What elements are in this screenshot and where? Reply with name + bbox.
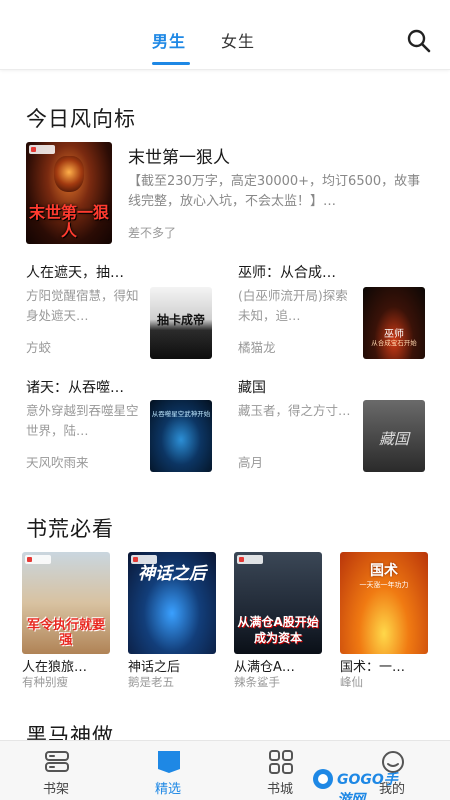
book-cover[interactable]: 军令执行就要强 [22, 552, 110, 654]
tab-female[interactable]: 女生 [221, 28, 255, 52]
book-author: 方蛟 [26, 340, 52, 355]
book-author: 鹅是老五 [128, 675, 174, 689]
book-desc: (白巫师流开局)探索未知，追… [238, 288, 348, 323]
featured-book-desc: 【截至230万字，高定30000+，均订6500，故事线完整，放心入坑，不会太监… [128, 174, 421, 209]
book-desc: 方阳觉醒宿慧，得知身处遮天… [26, 288, 139, 323]
publisher-logo [237, 555, 263, 564]
book-author: 峰仙 [340, 675, 363, 689]
section-title-shortage: 书荒必看 [26, 517, 114, 541]
book-author: 有种别瘦 [22, 675, 68, 689]
featured-book-author: 差不多了 [128, 226, 177, 240]
watermark: GOGO手游网 [312, 766, 408, 800]
book-cover[interactable]: 抽卡成帝 [150, 287, 212, 359]
nav-bookshelf[interactable]: 书架 [16, 741, 96, 800]
publisher-logo [29, 145, 55, 154]
featured-book-cover[interactable]: 末世第一狠人 [26, 142, 112, 244]
book-title[interactable]: 诸天：从吞噬… [26, 377, 124, 397]
book-title[interactable]: 人在遮天，抽… [26, 262, 124, 282]
cover-title: 军令执行就要强 [26, 618, 105, 648]
cover-title: 从满仓A股开始成为资本 [237, 615, 319, 645]
cover-title: 末世第一狠人 [28, 203, 109, 240]
book-title[interactable]: 国术：一… [340, 656, 430, 675]
book-title[interactable]: 从满仓A… [234, 656, 324, 675]
section-title-wind: 今日风向标 [26, 107, 136, 131]
cover-title: 藏国 [378, 430, 409, 448]
tab-indicator [152, 62, 190, 65]
book-cover[interactable]: 从满仓A股开始成为资本 [234, 552, 322, 654]
cover-title: 抽卡成帝 [156, 313, 205, 327]
book-title[interactable]: 神话之后 [128, 656, 218, 675]
book-cover[interactable]: 从吞噬星空武神开始 [150, 400, 212, 472]
cover-title: 从吞噬星空武神开始 [151, 410, 211, 418]
top-bar: 男生 女生 [0, 0, 450, 70]
section-title-dark-horse: 黑马神做 [26, 724, 114, 740]
tab-male[interactable]: 男生 [152, 28, 186, 52]
book-desc: 意外穿越到吞噬星空世界，陆… [26, 403, 139, 438]
grid-icon [268, 750, 294, 774]
cover-subtitle: 从合成宝石开始 [371, 339, 417, 347]
book-author: 橘猫龙 [238, 340, 276, 355]
main-content: 今日风向标 末世第一狠人 末世第一狠人 【截至230万字，高定30000+，均订… [0, 70, 450, 740]
book-title[interactable]: 人在狼旅… [22, 656, 112, 675]
book-desc: 藏玉者，得之方寸… [238, 403, 351, 418]
nav-label: 书架 [42, 782, 69, 797]
nav-label: 书城 [266, 782, 293, 797]
book-title[interactable]: 藏国 [238, 377, 266, 397]
book-cover[interactable]: 巫师 从合成宝石开始 [363, 287, 425, 359]
nav-label: 精选 [154, 782, 181, 797]
featured-book-icon [156, 750, 182, 774]
book-author: 高月 [238, 455, 264, 470]
nav-bookstore[interactable]: 书城 [240, 741, 320, 800]
book-title[interactable]: 巫师：从合成… [238, 262, 336, 282]
featured-book-title[interactable]: 末世第一狠人 [128, 143, 230, 168]
watermark-text: GOGO手游网 [337, 772, 398, 800]
book-cover[interactable]: 神话之后 [128, 552, 216, 654]
search-icon[interactable] [405, 27, 433, 55]
nav-featured[interactable]: 精选 [128, 741, 208, 800]
publisher-logo [25, 555, 51, 564]
cover-subtitle: 一天涨一年功力 [359, 581, 409, 589]
book-cover[interactable]: 藏国 [363, 400, 425, 472]
publisher-logo [131, 555, 157, 564]
cover-title: 国术 [370, 563, 398, 579]
book-author: 辣条鲨手 [234, 675, 280, 689]
bookshelf-icon [44, 750, 70, 774]
cover-title: 神话之后 [138, 564, 206, 584]
book-cover[interactable]: 国术 一天涨一年功力 [340, 552, 428, 654]
cover-art [54, 156, 84, 192]
book-author: 天风吹雨来 [26, 455, 89, 470]
